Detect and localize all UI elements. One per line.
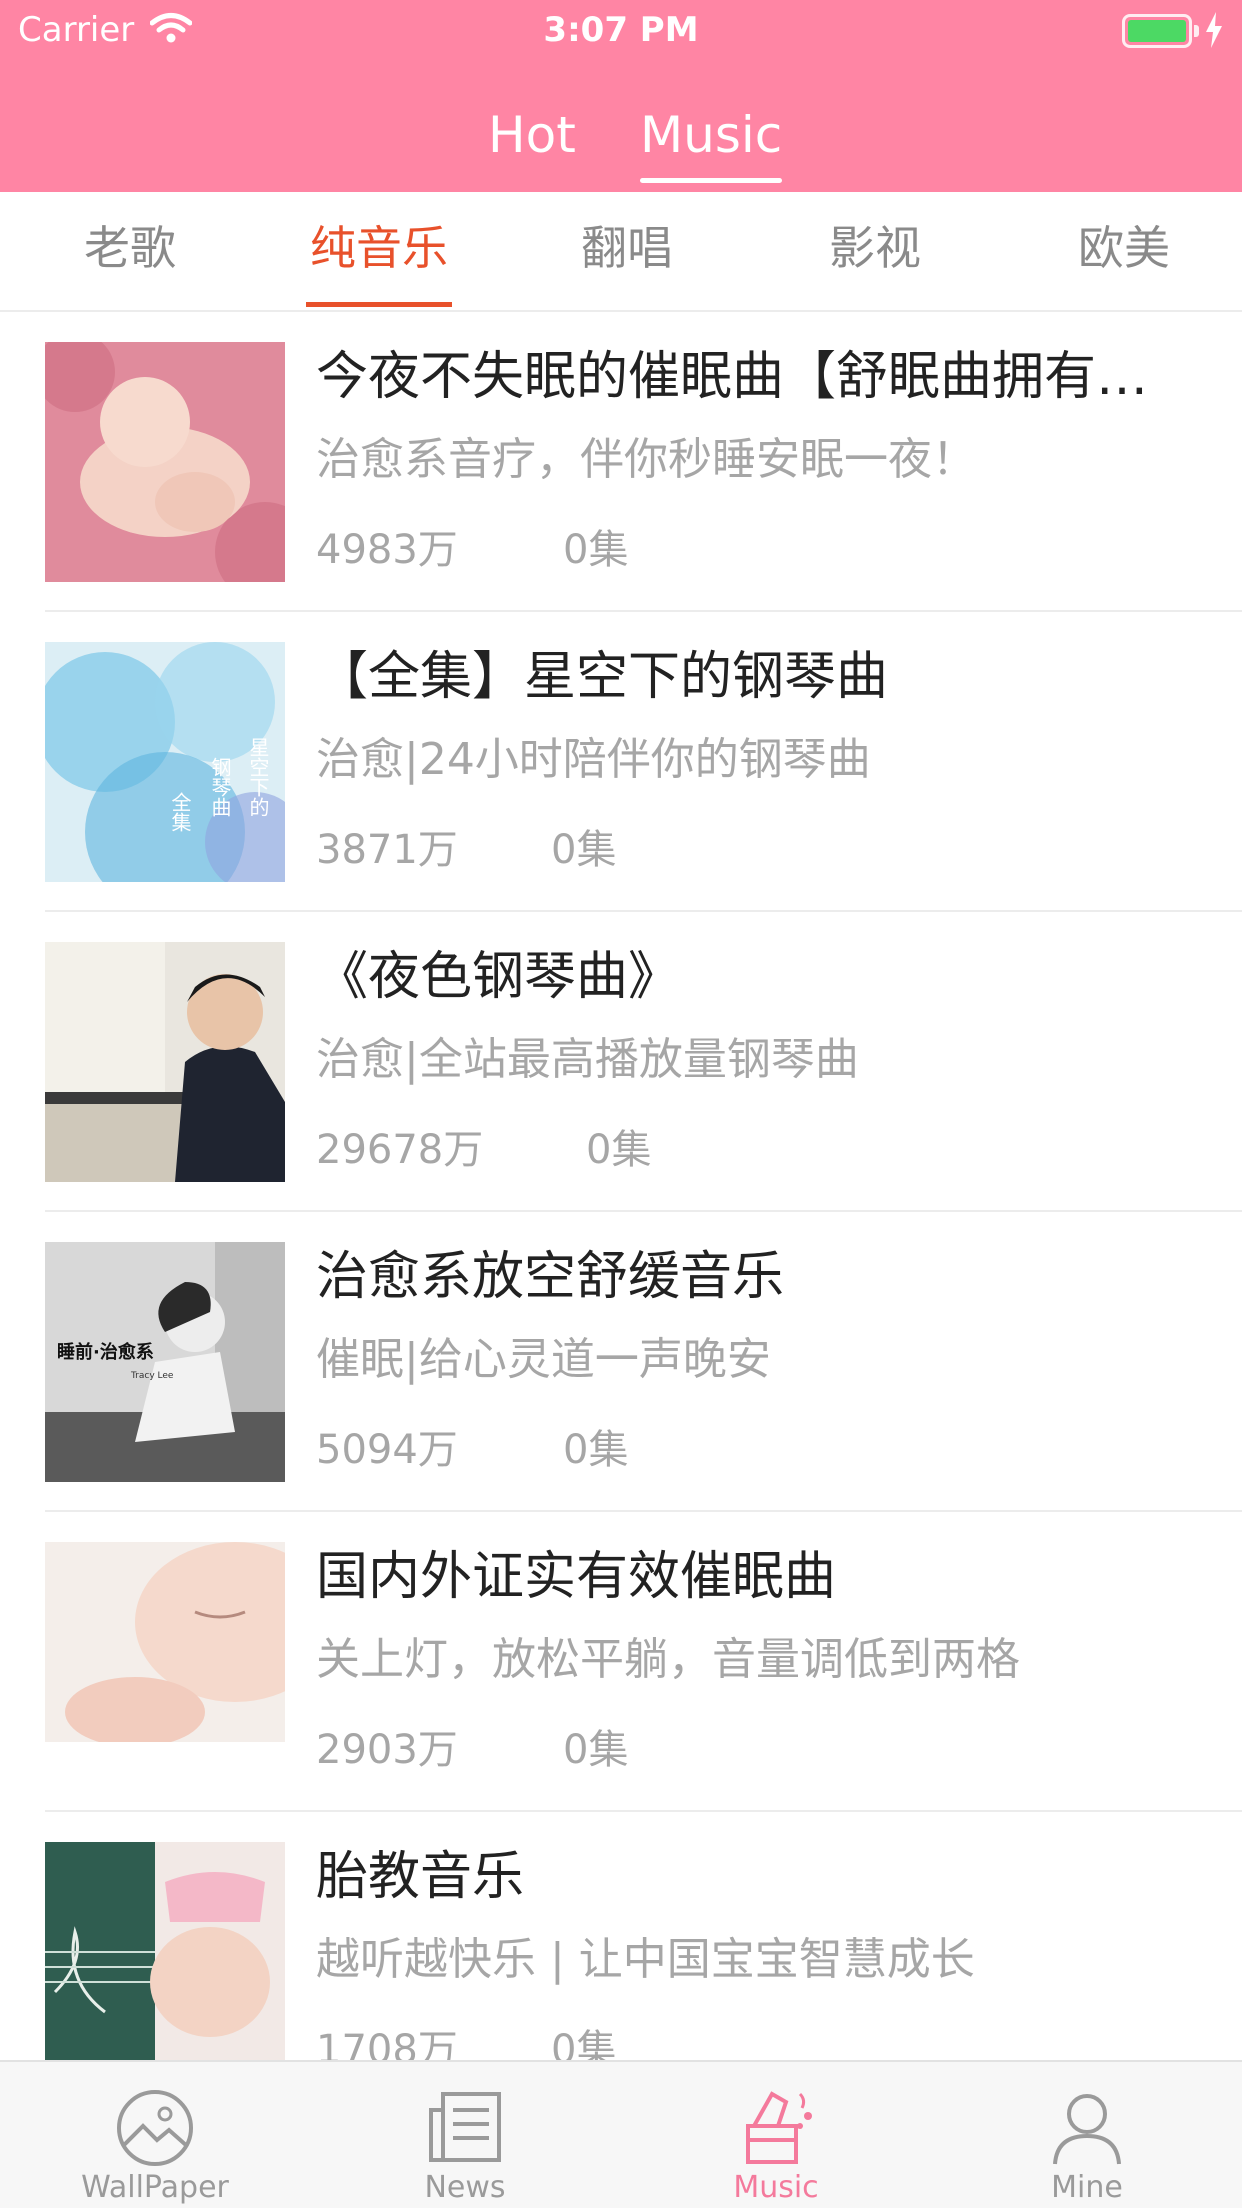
news-icon	[415, 2080, 515, 2176]
list-item[interactable]: 国内外证实有效催眠曲 关上灯，放松平躺，音量调低到两格 2903万 0集	[0, 1512, 1242, 1812]
play-count: 1708万	[316, 2027, 458, 2060]
tab-wallpaper[interactable]: WallPaper	[0, 2062, 310, 2208]
thumb-text: 全集	[168, 792, 192, 832]
tab-label: WallPaper	[81, 2170, 229, 2205]
tab-mine[interactable]: Mine	[932, 2062, 1242, 2208]
play-count: 4983万	[316, 527, 458, 573]
sleeping-baby-thumbnail	[45, 342, 285, 582]
list-item[interactable]: 胎教音乐 越听越快乐 | 让中国宝宝智慧成长 1708万 0集	[0, 1812, 1242, 2060]
music-icon	[726, 2080, 826, 2176]
watercolor-thumbnail: 全集 钢琴曲 星空下的	[45, 642, 285, 882]
episode-count: 0集	[586, 1127, 652, 1173]
episode-count: 0集	[563, 527, 629, 573]
item-subtitle: 治愈|24小时陪伴你的钢琴曲	[316, 734, 871, 785]
category-active-indicator	[306, 302, 452, 307]
thumb-text: 钢琴曲	[208, 757, 232, 817]
item-title: 治愈系放空舒缓音乐	[316, 1247, 785, 1307]
play-count: 29678万	[316, 1127, 484, 1173]
item-subtitle: 越听越快乐 | 让中国宝宝智慧成长	[316, 1934, 975, 1985]
tab-hot[interactable]: Hot	[488, 100, 576, 170]
bottom-tab-bar: WallPaper News Music Mine	[0, 2060, 1242, 2208]
tab-label: News	[424, 2170, 506, 2205]
item-subtitle: 关上灯，放松平躺，音量调低到两格	[316, 1634, 1020, 1685]
pianist-thumbnail	[45, 942, 285, 1182]
tab-label: Mine	[1051, 2170, 1123, 2205]
episode-count: 0集	[563, 1427, 629, 1473]
status-bar: Carrier 3:07 PM	[0, 0, 1242, 62]
top-tab-bar: Hot Music	[0, 100, 1242, 183]
thumb-text: 睡前·治愈系	[57, 1341, 154, 1363]
list-item[interactable]: 全集 钢琴曲 星空下的 【全集】星空下的钢琴曲 治愈|24小时陪伴你的钢琴曲 3…	[0, 612, 1242, 912]
play-count: 5094万	[316, 1427, 458, 1473]
app-header: Carrier 3:07 PM Hot Music	[0, 0, 1242, 192]
active-tab-indicator	[640, 178, 782, 183]
charging-bolt-icon	[1204, 12, 1224, 52]
person-icon	[1037, 2080, 1137, 2176]
item-title: 【全集】星空下的钢琴曲	[316, 647, 889, 707]
play-count: 3871万	[316, 827, 458, 873]
category-tab-pure-music[interactable]: 纯音乐	[279, 218, 479, 278]
list-item[interactable]: 今夜不失眠的催眠曲【舒眠曲拥有神奇的魔力】 治愈系音疗，伴你秒睡安眠一夜！ 49…	[0, 312, 1242, 612]
album-cover-thumbnail: 睡前·治愈系 Tracy Lee	[45, 1242, 285, 1482]
tab-news[interactable]: News	[310, 2062, 620, 2208]
battery-icon	[1122, 14, 1199, 48]
pregnancy-thumbnail	[45, 1842, 285, 2060]
wallpaper-icon	[105, 2080, 205, 2176]
category-tab-bar: 老歌 纯音乐 翻唱 影视 欧美	[0, 192, 1242, 312]
list-item[interactable]: 睡前·治愈系 Tracy Lee 治愈系放空舒缓音乐 催眠|给心灵道一声晚安 5…	[0, 1212, 1242, 1512]
item-title: 国内外证实有效催眠曲	[316, 1547, 837, 1607]
item-title: 今夜不失眠的催眠曲【舒眠曲拥有神奇的魔力】	[316, 347, 1196, 407]
item-subtitle: 治愈|全站最高播放量钢琴曲	[316, 1034, 859, 1085]
item-subtitle: 催眠|给心灵道一声晚安	[316, 1334, 771, 1385]
tab-label: Music	[733, 2170, 819, 2205]
thumb-text: 星空下的	[246, 737, 270, 817]
item-title: 胎教音乐	[316, 1847, 525, 1907]
clock-label: 3:07 PM	[543, 10, 699, 50]
thumb-text: Tracy Lee	[130, 1371, 174, 1381]
episode-count: 0集	[551, 827, 617, 873]
tab-music-bottom[interactable]: Music	[621, 2062, 931, 2208]
category-tab-covers[interactable]: 翻唱	[527, 218, 727, 278]
category-tab-oldies[interactable]: 老歌	[30, 218, 230, 278]
category-tab-film-tv[interactable]: 影视	[775, 218, 975, 278]
list-item[interactable]: 《夜色钢琴曲》 治愈|全站最高播放量钢琴曲 29678万 0集	[0, 912, 1242, 1212]
play-count: 2903万	[316, 1727, 458, 1773]
tab-music[interactable]: Music	[640, 100, 782, 170]
item-title: 《夜色钢琴曲》	[316, 947, 681, 1007]
category-tab-western[interactable]: 欧美	[1024, 218, 1224, 278]
sleeping-baby-closeup-thumbnail	[45, 1542, 285, 1782]
episode-count: 0集	[551, 2027, 617, 2060]
episode-count: 0集	[563, 1727, 629, 1773]
music-list: 今夜不失眠的催眠曲【舒眠曲拥有神奇的魔力】 治愈系音疗，伴你秒睡安眠一夜！ 49…	[0, 312, 1242, 2060]
item-subtitle: 治愈系音疗，伴你秒睡安眠一夜！	[316, 434, 976, 485]
